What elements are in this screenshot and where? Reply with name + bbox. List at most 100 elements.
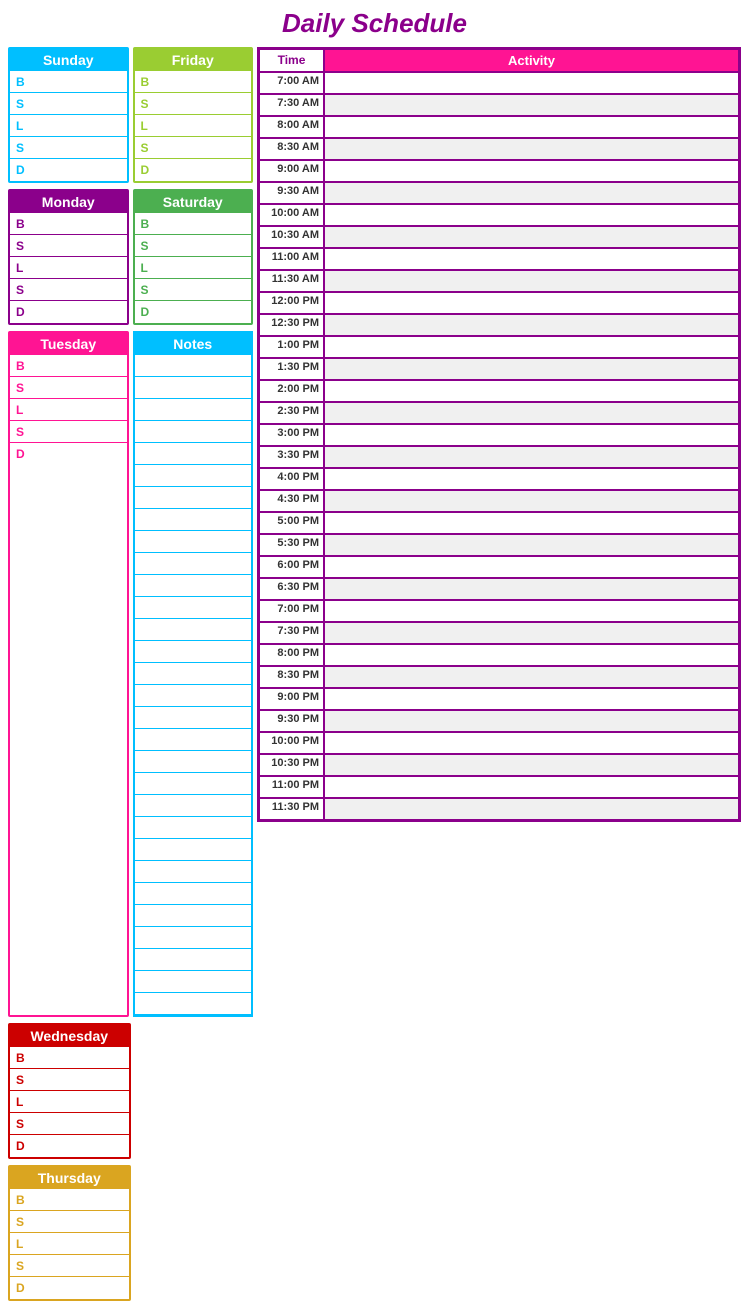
schedule-activity-cell[interactable] — [324, 622, 739, 644]
note-line-9[interactable] — [135, 531, 252, 553]
monday-meal-s1: S — [10, 235, 127, 257]
note-line-12[interactable] — [135, 597, 252, 619]
schedule-activity-cell[interactable] — [324, 688, 739, 710]
schedule-time-cell: 5:00 PM — [259, 512, 324, 534]
schedule-activity-cell[interactable] — [324, 468, 739, 490]
schedule-activity-cell[interactable] — [324, 182, 739, 204]
monday-meal-b: B — [10, 213, 127, 235]
schedule-activity-cell[interactable] — [324, 754, 739, 776]
sunday-header: Sunday — [10, 49, 127, 71]
monday-section: Monday B S L S D — [8, 189, 129, 325]
schedule-time-cell: 1:00 PM — [259, 336, 324, 358]
schedule-row: 10:30 AM — [259, 226, 739, 248]
saturday-header: Saturday — [135, 191, 252, 213]
note-line-3[interactable] — [135, 399, 252, 421]
schedule-table: Time Activity 7:00 AM7:30 AM8:00 AM8:30 … — [257, 47, 741, 822]
schedule-activity-cell[interactable] — [324, 666, 739, 688]
monday-meal-d: D — [10, 301, 127, 323]
schedule-activity-cell[interactable] — [324, 160, 739, 182]
row-3: Tuesday B S L S D Notes — [8, 331, 253, 1017]
schedule-activity-cell[interactable] — [324, 512, 739, 534]
note-line-16[interactable] — [135, 685, 252, 707]
note-line-4[interactable] — [135, 421, 252, 443]
note-line-19[interactable] — [135, 751, 252, 773]
monday-header: Monday — [10, 191, 127, 213]
schedule-activity-cell[interactable] — [324, 490, 739, 512]
friday-meal-b: B — [135, 71, 252, 93]
note-line-17[interactable] — [135, 707, 252, 729]
schedule-activity-cell[interactable] — [324, 226, 739, 248]
schedule-time-cell: 8:00 PM — [259, 644, 324, 666]
tuesday-section: Tuesday B S L S D — [8, 331, 129, 1017]
note-line-13[interactable] — [135, 619, 252, 641]
wednesday-spacer — [135, 1023, 254, 1159]
schedule-activity-cell[interactable] — [324, 578, 739, 600]
note-line-26[interactable] — [135, 905, 252, 927]
schedule-row: 8:30 PM — [259, 666, 739, 688]
note-line-30[interactable] — [135, 993, 252, 1015]
schedule-activity-cell[interactable] — [324, 776, 739, 798]
schedule-row: 3:00 PM — [259, 424, 739, 446]
schedule-activity-cell[interactable] — [324, 446, 739, 468]
note-line-23[interactable] — [135, 839, 252, 861]
main-container: Sunday B S L S D Friday B S L S D Monday… — [8, 47, 741, 1301]
schedule-time-cell: 8:00 AM — [259, 116, 324, 138]
schedule-activity-cell[interactable] — [324, 424, 739, 446]
schedule-activity-cell[interactable] — [324, 72, 739, 94]
schedule-activity-cell[interactable] — [324, 204, 739, 226]
notes-section: Notes — [133, 331, 254, 1017]
schedule-activity-cell[interactable] — [324, 534, 739, 556]
schedule-time-cell: 6:30 PM — [259, 578, 324, 600]
note-line-11[interactable] — [135, 575, 252, 597]
schedule-activity-cell[interactable] — [324, 94, 739, 116]
schedule-row: 7:00 AM — [259, 72, 739, 94]
note-line-25[interactable] — [135, 883, 252, 905]
note-line-10[interactable] — [135, 553, 252, 575]
thursday-meal-b: B — [10, 1189, 129, 1211]
schedule-time-cell: 9:30 AM — [259, 182, 324, 204]
schedule-activity-cell[interactable] — [324, 380, 739, 402]
thursday-meal-s1: S — [10, 1211, 129, 1233]
note-line-20[interactable] — [135, 773, 252, 795]
schedule-activity-cell[interactable] — [324, 314, 739, 336]
note-line-8[interactable] — [135, 509, 252, 531]
schedule-time-cell: 9:00 AM — [259, 160, 324, 182]
schedule-activity-cell[interactable] — [324, 336, 739, 358]
schedule-activity-cell[interactable] — [324, 402, 739, 424]
saturday-meal-s1: S — [135, 235, 252, 257]
schedule-activity-cell[interactable] — [324, 270, 739, 292]
schedule-row: 8:30 AM — [259, 138, 739, 160]
schedule-row: 10:00 AM — [259, 204, 739, 226]
note-line-18[interactable] — [135, 729, 252, 751]
note-line-15[interactable] — [135, 663, 252, 685]
note-line-24[interactable] — [135, 861, 252, 883]
note-line-2[interactable] — [135, 377, 252, 399]
note-line-7[interactable] — [135, 487, 252, 509]
wednesday-header: Wednesday — [10, 1025, 129, 1047]
schedule-activity-cell[interactable] — [324, 116, 739, 138]
schedule-activity-cell[interactable] — [324, 798, 739, 820]
schedule-activity-cell[interactable] — [324, 600, 739, 622]
wednesday-meal-l: L — [10, 1091, 129, 1113]
note-line-5[interactable] — [135, 443, 252, 465]
note-line-27[interactable] — [135, 927, 252, 949]
note-line-6[interactable] — [135, 465, 252, 487]
schedule-row: 12:30 PM — [259, 314, 739, 336]
note-line-14[interactable] — [135, 641, 252, 663]
note-line-1[interactable] — [135, 355, 252, 377]
schedule-activity-cell[interactable] — [324, 710, 739, 732]
schedule-activity-cell[interactable] — [324, 292, 739, 314]
note-line-21[interactable] — [135, 795, 252, 817]
schedule-activity-cell[interactable] — [324, 358, 739, 380]
note-line-29[interactable] — [135, 971, 252, 993]
note-line-28[interactable] — [135, 949, 252, 971]
schedule-time-cell: 9:00 PM — [259, 688, 324, 710]
wednesday-section: Wednesday B S L S D — [8, 1023, 131, 1159]
schedule-activity-cell[interactable] — [324, 556, 739, 578]
schedule-activity-cell[interactable] — [324, 138, 739, 160]
schedule-activity-cell[interactable] — [324, 248, 739, 270]
schedule-activity-cell[interactable] — [324, 644, 739, 666]
tuesday-header: Tuesday — [10, 333, 127, 355]
note-line-22[interactable] — [135, 817, 252, 839]
schedule-activity-cell[interactable] — [324, 732, 739, 754]
